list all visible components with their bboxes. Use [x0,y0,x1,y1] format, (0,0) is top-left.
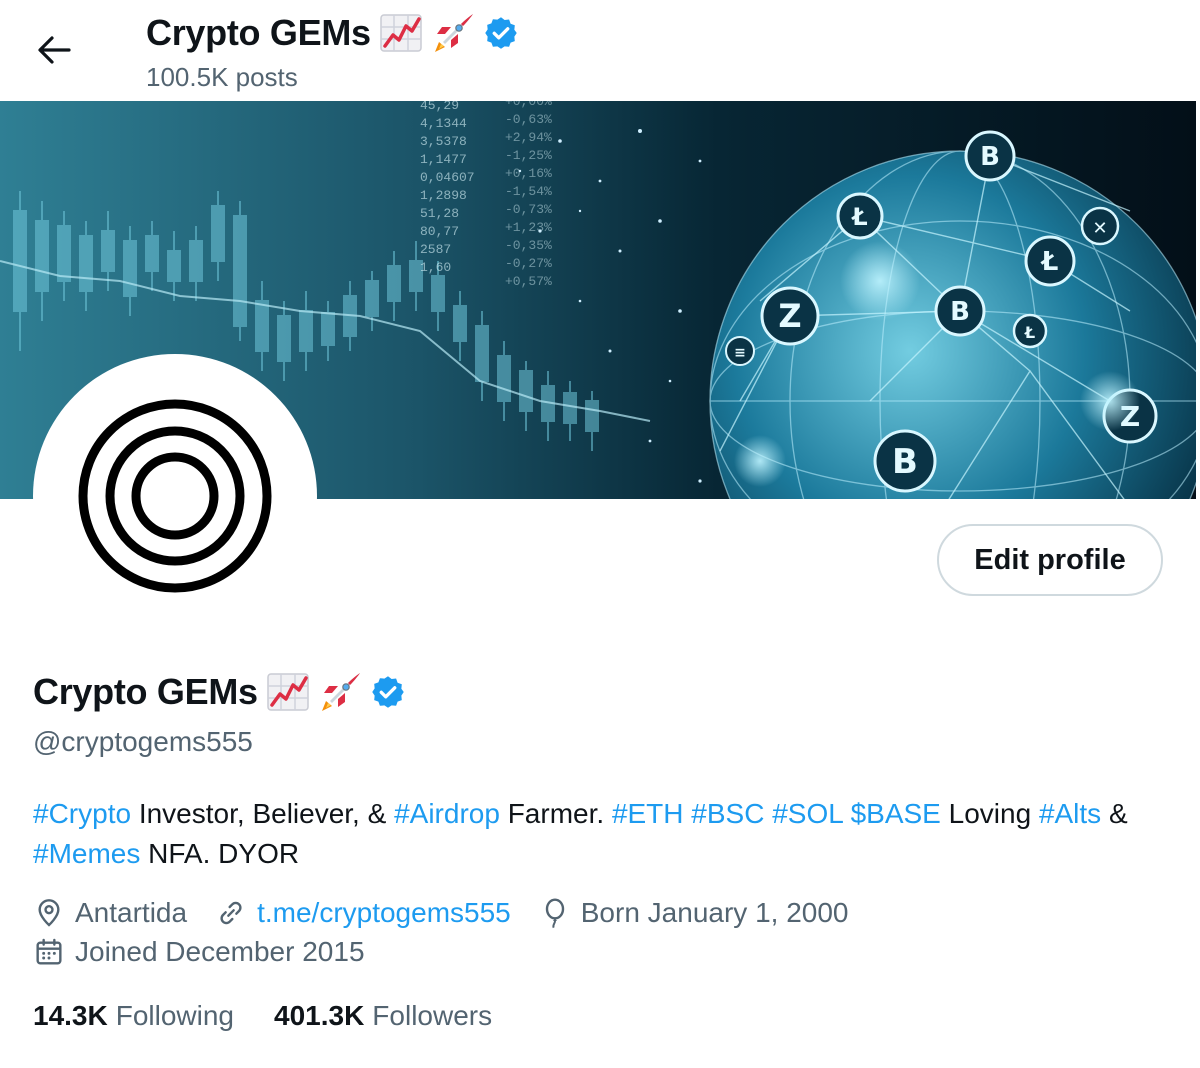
ticker-value: 45,29 [420,101,459,113]
hashtag-link[interactable]: #Airdrop [394,798,500,829]
back-button[interactable] [28,24,80,76]
ticker-value: 2587 [420,242,451,257]
joined-text: Joined December 2015 [75,936,365,967]
edit-profile-button[interactable]: Edit profile [937,524,1163,596]
ticker-value: 80,77 [420,224,459,239]
ticker-change: -0,63% [505,112,552,127]
ticker-value: 1,1477 [420,152,467,167]
follow-stats: 14.3K Following 401.3K Followers [33,1000,532,1032]
website-link[interactable]: t.me/cryptogems555 [257,897,511,929]
location-pin-icon [38,899,60,927]
svg-text:Ł: Ł [850,203,867,231]
hashtag-link[interactable]: #Alts [1039,798,1101,829]
bio-text: Loving [940,798,1039,829]
arrow-left-icon [38,36,71,64]
balloon-icon [545,898,564,929]
location-item: Antartida [33,897,187,929]
profile-display-name: Crypto GEMs [33,671,258,712]
rocket-emoji-icon [434,14,473,52]
website-item[interactable]: t.me/cryptogems555 [215,897,511,929]
following-stat[interactable]: 14.3K Following [33,1000,234,1032]
svg-text:≡: ≡ [734,345,746,361]
svg-text:Ł: Ł [1024,323,1035,342]
profile-meta-row: Antartida t.me/cryptogems555 Born Januar… [33,897,877,929]
svg-text:B: B [950,297,970,327]
profile-name-row: Crypto GEMs [33,666,406,718]
hashtag-link[interactable]: #Crypto [33,798,131,829]
ticker-change: -0,73% [505,202,552,217]
ticker-change: -1,25% [505,148,552,163]
bio-text: Investor, Believer, & [131,798,395,829]
following-label: Following [115,1000,234,1031]
birthday-item: Born January 1, 2000 [539,897,849,929]
profile-meta-row-2: Joined December 2015 [33,936,393,968]
location-text: Antartida [75,897,188,928]
ticker-value: 1,2898 [420,188,467,203]
ticker-value: 0,04607 [420,170,475,185]
bio-text: NFA. DYOR [140,838,300,869]
hashtag-link[interactable]: #ETH [612,798,684,829]
ticker-change: -1,54% [505,184,552,199]
svg-text:B: B [980,142,1000,172]
profile-handle: @cryptogems555 [33,726,253,757]
ticker-value: 51,28 [420,206,459,221]
chart-increasing-emoji-icon [379,14,422,52]
header-title-row: Crypto GEMs [146,8,519,58]
concentric-circles-logo-icon [78,399,272,593]
followers-count: 401.3K [274,1000,365,1031]
avatar[interactable] [41,362,309,630]
profile-avatar-border [33,354,317,638]
top-header: Crypto GEMs 100.5K posts [0,0,1200,100]
ticker-change: +2,94% [505,130,552,145]
hashtag-link[interactable]: #BSC [691,798,764,829]
ticker-change: +0,00% [505,101,552,109]
ticker-value: 3,5378 [420,134,467,149]
bio-text: Farmer. [499,798,612,829]
ticker-change: -0,27% [505,256,552,271]
ticker-change: -0,35% [505,238,552,253]
rocket-emoji-icon [321,673,360,711]
ticker-change: +0,16% [505,166,552,181]
bio-text [843,798,851,829]
hashtag-link[interactable]: #SOL [772,798,843,829]
calendar-icon [36,938,62,965]
ticker-value: 1,60 [420,260,451,275]
chart-increasing-emoji-icon [266,673,309,711]
bio-text: & [1101,798,1128,829]
verified-badge-icon [484,17,517,49]
profile-bio: #Crypto Investor, Believer, & #Airdrop F… [33,794,1153,874]
joined-item: Joined December 2015 [33,936,365,968]
followers-stat[interactable]: 401.3K Followers [274,1000,492,1032]
banner-ticker-changes: +0,00% -0,63% +2,94% -1,25% +0,16% -1,54% -0,7… [505,101,552,289]
hashtag-link[interactable]: #Memes [33,838,140,869]
svg-text:✕: ✕ [1092,218,1107,239]
followers-label: Followers [372,1000,493,1031]
following-count: 14.3K [33,1000,108,1031]
header-display-name: Crypto GEMs [146,12,371,53]
ticker-value: 4,1344 [420,116,467,131]
svg-text:Ł: Ł [1040,247,1059,277]
hashtag-link[interactable]: $BASE [851,798,941,829]
birthday-text: Born January 1, 2000 [580,897,849,928]
link-icon [220,901,242,925]
svg-text:Z: Z [778,297,801,335]
ticker-change: +0,57% [505,274,552,289]
verified-badge-icon[interactable] [370,674,406,710]
svg-text:B: B [892,442,918,482]
ticker-change: +1,23% [505,220,552,235]
header-post-count: 100.5K posts [146,62,298,92]
